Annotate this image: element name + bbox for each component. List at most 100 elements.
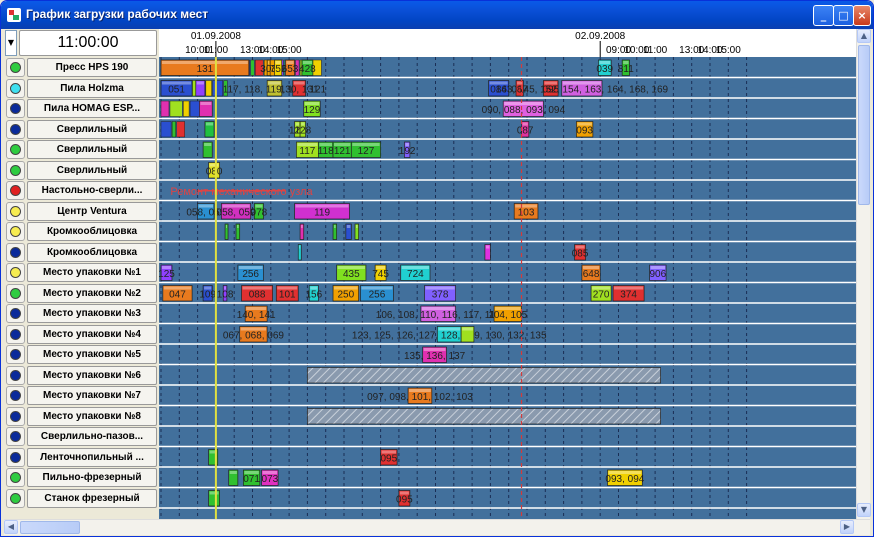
workstation-row[interactable]: Кромкооблицовка xyxy=(5,222,159,241)
workstation-name[interactable]: Место упаковки №2 xyxy=(27,283,157,303)
workstation-row[interactable]: Сверлильный xyxy=(5,119,159,139)
workstation-row[interactable]: Станок фрезерный xyxy=(5,488,159,508)
job-label: 090, 088, 093, 094 xyxy=(482,105,566,116)
status-dot-icon xyxy=(10,62,21,73)
workstation-row[interactable]: Место упаковки №5 xyxy=(5,345,159,364)
scroll-up-arrow[interactable]: ▲ xyxy=(857,29,871,43)
dropdown-toggle[interactable]: ▼ xyxy=(5,30,17,56)
job-label: 108 xyxy=(217,289,234,300)
workstation-name[interactable]: Место упаковки №8 xyxy=(27,406,157,426)
status-lamp xyxy=(6,242,25,262)
workstation-row[interactable]: Место упаковки №4 xyxy=(5,324,159,344)
job-label: 103 xyxy=(518,207,535,218)
workstation-row[interactable]: Сверлильный xyxy=(5,160,159,180)
scroll-left-arrow[interactable]: ◀ xyxy=(4,520,18,534)
status-dot-icon xyxy=(10,267,21,278)
status-lamp xyxy=(6,386,25,405)
workstation-name[interactable]: Пильно-фрезерный xyxy=(27,468,157,487)
workstation-name[interactable]: Кромкооблицовка xyxy=(27,242,157,262)
filler-job-bar xyxy=(160,100,170,117)
workstation-name[interactable]: Пила Holzma xyxy=(27,78,157,98)
status-dot-icon xyxy=(10,103,21,114)
workstation-name[interactable]: Ленточнопильный ... xyxy=(27,447,157,467)
workstation-name[interactable]: Кромкооблицовка xyxy=(27,222,157,241)
status-lamp xyxy=(6,201,25,221)
workstation-row[interactable]: Пильно-фрезерный xyxy=(5,468,159,487)
workstation-row[interactable]: Место упаковки №3 xyxy=(5,304,159,323)
workstation-name[interactable]: Пила HOMAG ESP... xyxy=(27,99,157,118)
scroll-right-arrow[interactable]: ▶ xyxy=(840,520,854,534)
job-label: 745 xyxy=(372,269,389,280)
workstation-row[interactable]: Пила HOMAG ESP... xyxy=(5,99,159,118)
workstation-row[interactable]: Пила Holzma xyxy=(5,78,159,98)
workstation-row[interactable]: Сверлильный xyxy=(5,140,159,159)
workstation-name[interactable]: Настольно-сверли... xyxy=(27,181,157,200)
vertical-scroll-thumb[interactable] xyxy=(858,45,870,205)
workstation-name[interactable]: Место упаковки №4 xyxy=(27,324,157,344)
workstation-row[interactable]: Место упаковки №2 xyxy=(5,283,159,303)
workstation-row[interactable]: Пресс HPS 190 xyxy=(5,58,159,77)
status-dot-icon xyxy=(10,164,21,176)
status-lamp xyxy=(6,427,25,446)
bar-highlight xyxy=(346,225,351,228)
status-dot-icon xyxy=(10,369,21,381)
scroll-down-arrow[interactable]: ▼ xyxy=(857,503,871,517)
workstation-row[interactable]: Сверлильно-пазов... xyxy=(5,427,159,446)
reserved-zone[interactable] xyxy=(307,367,661,384)
workstation-name[interactable]: Место упаковки №5 xyxy=(27,345,157,364)
workstation-name[interactable]: Место упаковки №1 xyxy=(27,263,157,282)
title-bar[interactable]: График загрузки рабочих мест _ □ × xyxy=(1,1,873,29)
bar-highlight xyxy=(205,122,214,126)
date-label: 01.09.2008 xyxy=(191,31,241,42)
workstation-name[interactable]: Центр Ventura xyxy=(27,201,157,221)
workstation-name[interactable]: Сверлильный xyxy=(27,119,157,139)
close-button[interactable]: × xyxy=(853,5,871,26)
workstation-name[interactable]: Место упаковки №6 xyxy=(27,365,157,385)
filler-job-bar xyxy=(189,100,201,117)
horizontal-scroll-thumb[interactable] xyxy=(20,521,80,534)
workstation-name[interactable]: Место упаковки №3 xyxy=(27,304,157,323)
status-dot-icon xyxy=(10,185,21,196)
filler-job-bar xyxy=(212,80,224,97)
app-icon xyxy=(7,8,21,22)
workstation-row[interactable]: Ленточнопильный ... xyxy=(5,447,159,467)
workstation-row[interactable]: Место упаковки №7 xyxy=(5,386,159,405)
workstation-name[interactable]: Место упаковки №7 xyxy=(27,386,157,405)
workstation-row[interactable]: Место упаковки №6 xyxy=(5,365,159,385)
vertical-scrollbar[interactable]: ▲ ▼ xyxy=(856,29,871,519)
reserved-zone[interactable] xyxy=(307,408,661,425)
workstation-row[interactable]: Центр Ventura xyxy=(5,201,159,221)
status-lamp xyxy=(6,365,25,385)
filler-job-bar xyxy=(250,59,255,76)
workstation-name[interactable]: Станок фрезерный xyxy=(27,488,157,508)
current-time-display[interactable]: 11:00:00 xyxy=(19,30,157,56)
bar-highlight xyxy=(200,102,212,105)
maximize-button[interactable]: □ xyxy=(833,5,854,26)
workstation-name[interactable]: Сверлильный xyxy=(27,160,157,180)
job-label: 085 xyxy=(572,248,589,259)
bar-highlight xyxy=(226,225,228,228)
status-lamp xyxy=(6,160,25,180)
status-lamp xyxy=(6,58,25,77)
workstation-row[interactable]: Место упаковки №8 xyxy=(5,406,159,426)
job-label: 067, 068, 069 xyxy=(223,330,285,341)
bar-highlight xyxy=(209,491,219,495)
job-label: 071 xyxy=(243,474,260,485)
job-label: 130, 131 xyxy=(280,84,319,95)
workstation-name[interactable]: Пресс HPS 190 xyxy=(27,58,157,77)
bar-highlight xyxy=(237,225,239,228)
gantt-svg[interactable]: 01.09.2008 02.09.200810:0011:00 13:0014:00… xyxy=(159,29,856,519)
workstation-row[interactable]: Кромкооблицовка xyxy=(5,242,159,262)
horizontal-scrollbar[interactable]: ◀ ▶ xyxy=(4,519,870,535)
workstation-row[interactable]: Место упаковки №1 xyxy=(5,263,159,282)
job-label: 131 xyxy=(197,64,214,75)
time-tick-label: 11:00 xyxy=(643,45,668,56)
filler-job-bar xyxy=(160,121,172,138)
workstation-name[interactable]: Сверлильно-пазов... xyxy=(27,427,157,446)
minimize-button[interactable]: _ xyxy=(813,5,834,26)
workstation-row[interactable]: Настольно-сверли... xyxy=(5,181,159,200)
job-label: 374 xyxy=(620,289,637,300)
workstation-name[interactable]: Сверлильный xyxy=(27,140,157,159)
schedule-chart[interactable]: 01.09.2008 02.09.2008 10:00 11:00 13:00 14:00… xyxy=(159,29,856,519)
job-label: 047 xyxy=(169,289,186,300)
